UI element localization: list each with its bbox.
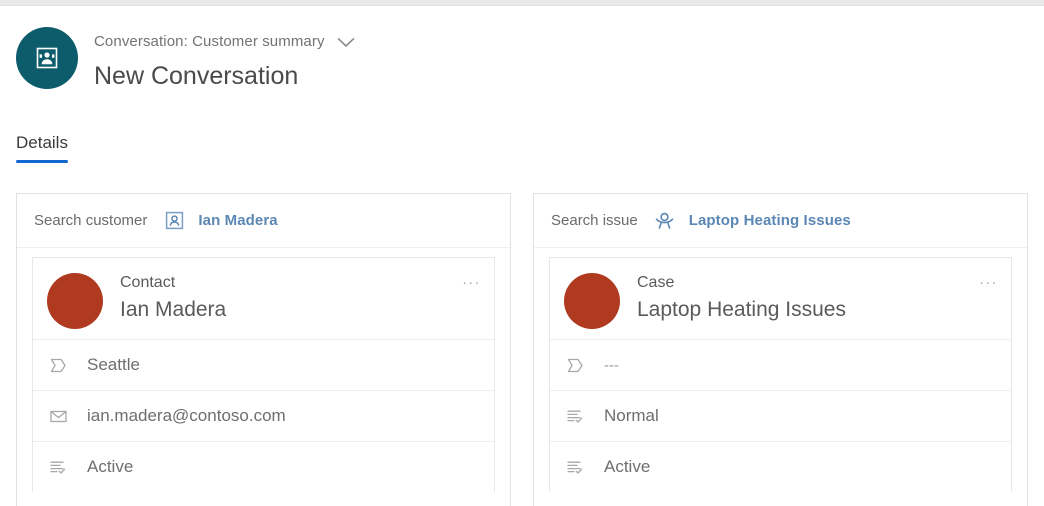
contact-entity-type: Contact xyxy=(120,274,176,291)
search-issue-value[interactable]: Laptop Heating Issues xyxy=(689,212,851,229)
search-customer-row: Search customer Ian Madera xyxy=(17,194,510,248)
cards-container: Search customer Ian Madera Contact Ian M… xyxy=(0,193,1044,506)
contact-entity-titles: Contact Ian Madera xyxy=(120,273,226,324)
conversation-summary-page: Conversation: Customer summary New Conve… xyxy=(0,0,1044,506)
page-title: New Conversation xyxy=(94,62,299,90)
case-field-priority-value: Normal xyxy=(604,406,659,425)
case-entity-header: Case Laptop Heating Issues ... xyxy=(550,258,1011,339)
search-issue-label: Search issue xyxy=(551,212,638,229)
contact-entity-name: Ian Madera xyxy=(120,298,227,321)
case-field-status: Active xyxy=(550,441,1011,492)
issue-card: Search issue Laptop Heating Issues Case … xyxy=(533,193,1028,506)
customer-card: Search customer Ian Madera Contact Ian M… xyxy=(16,193,511,506)
avatar xyxy=(564,273,620,329)
contact-overflow-menu-button[interactable]: ... xyxy=(462,272,481,288)
contact-field-status: Active xyxy=(33,441,494,492)
status-list-icon xyxy=(564,405,586,427)
contact-field-location-value: Seattle xyxy=(87,355,140,374)
contact-field-status-value: Active xyxy=(87,457,134,476)
case-entity-titles: Case Laptop Heating Issues xyxy=(637,273,846,324)
tab-bar: Details xyxy=(0,132,1044,174)
case-field-location-value: --- xyxy=(604,356,619,374)
contact-card-icon xyxy=(163,210,185,232)
status-list-icon xyxy=(564,456,586,478)
header-subtitle-row[interactable]: Conversation: Customer summary xyxy=(94,31,355,53)
tab-details[interactable]: Details xyxy=(16,132,68,163)
search-customer-value[interactable]: Ian Madera xyxy=(198,212,277,229)
chevron-down-icon[interactable] xyxy=(337,37,355,48)
status-list-icon xyxy=(47,456,69,478)
case-field-priority: Normal xyxy=(550,390,1011,441)
case-agent-icon xyxy=(654,210,676,232)
case-field-location: --- xyxy=(550,339,1011,390)
contact-field-location: Seattle xyxy=(33,339,494,390)
contact-field-email: ian.madera@contoso.com xyxy=(33,390,494,441)
location-tag-icon xyxy=(564,354,586,376)
search-customer-label: Search customer xyxy=(34,212,148,229)
search-issue-row: Search issue Laptop Heating Issues xyxy=(534,194,1027,248)
contact-field-email-value: ian.madera@contoso.com xyxy=(87,406,286,425)
avatar xyxy=(47,273,103,329)
header-subtitle: Conversation: Customer summary xyxy=(94,33,325,50)
case-entity-panel: Case Laptop Heating Issues ... --- Norma… xyxy=(549,257,1012,492)
conversation-badge-icon xyxy=(16,27,78,89)
contact-entity-panel: Contact Ian Madera ... Seattle ian.mader… xyxy=(32,257,495,492)
page-header: Conversation: Customer summary New Conve… xyxy=(0,6,1044,112)
envelope-icon xyxy=(47,405,69,427)
location-tag-icon xyxy=(47,354,69,376)
case-field-status-value: Active xyxy=(604,457,651,476)
header-text-block: Conversation: Customer summary New Conve… xyxy=(94,31,355,93)
case-entity-name: Laptop Heating Issues xyxy=(637,298,846,321)
case-overflow-menu-button[interactable]: ... xyxy=(979,272,998,288)
case-entity-type: Case xyxy=(637,274,675,291)
contact-entity-header: Contact Ian Madera ... xyxy=(33,258,494,339)
